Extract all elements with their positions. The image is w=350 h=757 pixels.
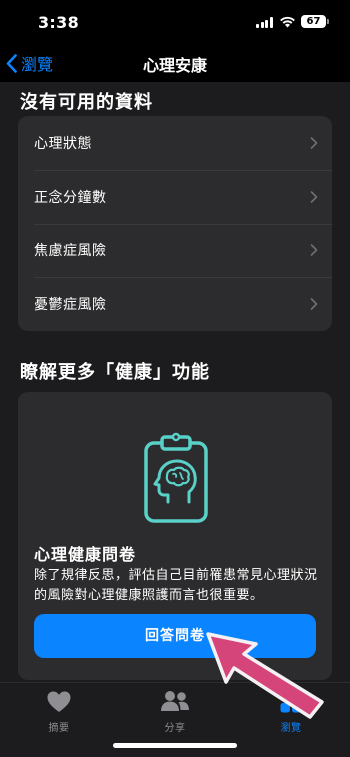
- list-item-label: 心理狀態: [34, 135, 92, 152]
- list-item-label: 憂鬱症風險: [34, 297, 107, 314]
- section-title-learn-more: 瞭解更多「健康」功能: [20, 362, 210, 383]
- status-bar: 3:38 67: [0, 0, 350, 44]
- tab-summary[interactable]: 摘要: [29, 689, 89, 734]
- list-item-mindful-minutes[interactable]: 正念分鐘數: [18, 169, 332, 224]
- status-time: 3:38: [38, 13, 79, 32]
- pointer-arrow-icon: [206, 632, 324, 719]
- wifi-icon: [280, 16, 295, 28]
- list-item-depression-risk[interactable]: 憂鬱症風險: [18, 277, 332, 331]
- battery-indicator: 67: [301, 15, 326, 28]
- screen: 3:38 67 瀏覽 心理安康 沒有可用的資料 心理狀態 正念分鐘數 焦慮症風險…: [0, 0, 350, 757]
- navigation-bar: 瀏覽 心理安康: [0, 44, 350, 82]
- chevron-right-icon: [310, 190, 318, 203]
- questionnaire-title: 心理健康問卷: [34, 545, 137, 564]
- section-title-no-data: 沒有可用的資料: [20, 92, 153, 113]
- main-content[interactable]: 沒有可用的資料 心理狀態 正念分鐘數 焦慮症風險 憂鬱症風險 瞭解更多「健康」功…: [0, 82, 350, 682]
- people-icon: [161, 691, 189, 711]
- data-category-list: 心理狀態 正念分鐘數 焦慮症風險 憂鬱症風險: [18, 116, 332, 331]
- tab-sharing-label: 分享: [164, 723, 186, 734]
- tab-sharing[interactable]: 分享: [145, 689, 205, 734]
- chevron-right-icon: [310, 137, 318, 149]
- list-item-label: 正念分鐘數: [34, 189, 107, 206]
- heart-icon: [47, 691, 71, 712]
- chevron-right-icon: [310, 298, 318, 310]
- list-item-anxiety-risk[interactable]: 焦慮症風險: [18, 223, 332, 278]
- home-indicator[interactable]: [113, 743, 237, 748]
- cellular-signal-icon: [256, 17, 273, 28]
- list-item-label: 焦慮症風險: [34, 243, 107, 260]
- chevron-right-icon: [310, 244, 318, 257]
- clipboard-brain-icon: [144, 432, 208, 523]
- page-title: 心理安康: [142, 56, 207, 75]
- list-item-state-of-mind[interactable]: 心理狀態: [18, 116, 332, 170]
- tab-summary-label: 摘要: [48, 723, 70, 734]
- questionnaire-description: 除了規律反思，評估自己目前罹患常見心理狀況的風險對心理健康照護而言也很重要。: [34, 568, 318, 603]
- battery-cap: [327, 19, 329, 24]
